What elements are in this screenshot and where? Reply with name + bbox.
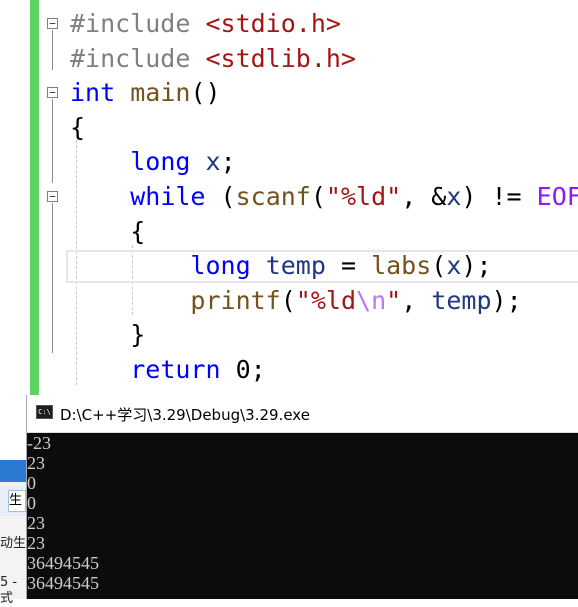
code-token: x	[446, 182, 462, 211]
console-output-line: 23	[27, 453, 45, 473]
code-line[interactable]: {	[70, 111, 85, 145]
code-token: ()	[190, 78, 221, 108]
code-token: labs	[371, 251, 432, 281]
code-token: temp	[431, 285, 492, 315]
console-app-icon: C:\	[36, 405, 53, 419]
code-token: int	[70, 78, 116, 108]
outline-line	[52, 30, 53, 70]
code-token: (	[310, 182, 326, 211]
console-output-line: 0	[27, 493, 36, 513]
background-text: 5 -	[0, 575, 18, 590]
code-line[interactable]: long temp = labs(x);	[70, 249, 492, 283]
console-output-line: 23	[27, 533, 45, 553]
code-token: (	[205, 182, 236, 211]
code-token: #include	[70, 43, 206, 73]
collapse-include-icon[interactable]: −	[47, 18, 58, 29]
change-tracking-bar	[30, 0, 39, 395]
outlining-margin: − − −	[39, 0, 66, 395]
editor-left-margin	[0, 0, 30, 395]
background-text: 动生	[0, 536, 26, 551]
code-token: main	[130, 78, 191, 108]
code-token: (	[431, 251, 447, 281]
background-button[interactable]: 生	[8, 490, 26, 512]
code-token: =	[325, 251, 372, 281]
code-token: );	[461, 251, 492, 281]
code-token: EOF	[536, 182, 578, 211]
code-line[interactable]: }	[70, 318, 145, 352]
code-token: \n	[356, 285, 387, 315]
code-token: <stdio.h>	[205, 9, 341, 38]
code-editor[interactable]: − − − #include <stdio.h> #include <stdlib…	[0, 0, 578, 395]
collapse-while-icon[interactable]: −	[47, 191, 58, 202]
code-token: temp	[265, 251, 326, 281]
code-token: #include	[70, 9, 206, 38]
code-token: ) !=	[461, 182, 537, 211]
collapse-main-icon[interactable]: −	[47, 87, 58, 98]
code-token: printf	[190, 285, 281, 315]
code-line[interactable]: printf("%ld\n", temp);	[70, 284, 522, 318]
code-token: <stdlib.h>	[205, 43, 356, 73]
code-line[interactable]: #include <stdio.h>	[70, 7, 341, 41]
code-token: x	[446, 251, 462, 281]
code-token: "%ld	[295, 285, 357, 315]
console-titlebar[interactable]: C:\ D:\C++学习\3.29\Debug\3.29.exe	[27, 395, 578, 433]
console-window[interactable]: C:\ D:\C++学习\3.29\Debug\3.29.exe -23 23 0 0…	[26, 395, 578, 599]
console-output-line: 36494545	[27, 553, 99, 573]
code-token: {	[70, 112, 86, 142]
code-token: 0;	[220, 355, 266, 384]
console-title: D:\C++学习\3.29\Debug\3.29.exe	[60, 406, 310, 424]
outline-line	[52, 203, 53, 353]
code-token: scanf	[235, 182, 311, 211]
code-token: {	[70, 216, 146, 246]
console-output-line: 23	[27, 513, 45, 533]
code-line[interactable]: int main()	[70, 76, 221, 110]
console-output[interactable]: -23 23 0 0 23 23 36494545 36494545	[27, 433, 578, 599]
background-window-titlebar	[0, 460, 26, 482]
outline-line	[52, 99, 53, 183]
background-text: 式	[0, 591, 14, 606]
code-token: long	[190, 251, 251, 281]
code-token: x	[205, 147, 221, 177]
code-token: return	[130, 355, 221, 384]
code-token: , &	[401, 182, 447, 211]
console-output-line: 36494545	[27, 573, 99, 593]
code-line[interactable]: long x;	[70, 145, 236, 179]
code-token: ,	[401, 285, 432, 315]
code-token: "	[386, 285, 402, 315]
code-line[interactable]: #include <stdlib.h>	[70, 42, 356, 76]
console-output-line: 0	[27, 473, 36, 493]
code-token: (	[280, 285, 296, 315]
code-token: ;	[220, 147, 236, 177]
code-token: long	[130, 147, 191, 177]
code-token: }	[70, 320, 146, 350]
code-token: );	[491, 285, 522, 315]
console-output-line: -23	[27, 433, 51, 453]
code-token: "%ld"	[325, 182, 402, 211]
code-token: while	[130, 182, 206, 211]
code-line[interactable]: return 0;	[70, 353, 266, 387]
code-line[interactable]: {	[70, 215, 145, 249]
code-line[interactable]: while (scanf("%ld", &x) != EOF)	[70, 180, 578, 214]
